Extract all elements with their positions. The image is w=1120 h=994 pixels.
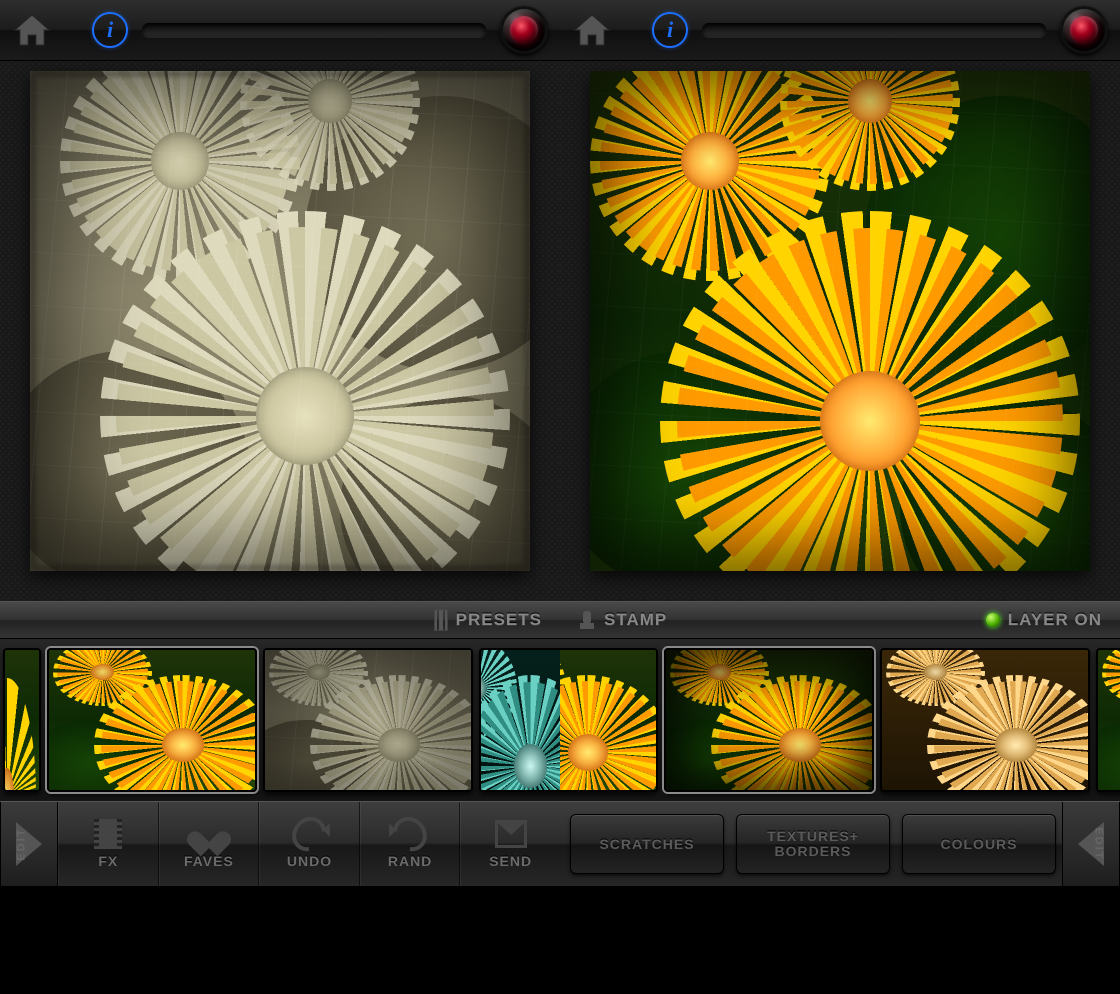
film-icon — [434, 609, 448, 631]
home-icon[interactable] — [568, 9, 616, 51]
edit-drawer-toggle[interactable]: EDIT — [0, 802, 58, 886]
home-icon[interactable] — [8, 9, 56, 51]
textures-borders-button[interactable]: TEXTURES+BORDERS — [736, 814, 890, 874]
textures-borders-label: TEXTURES+BORDERS — [767, 829, 859, 858]
edit-drawer-toggle[interactable]: EDIT — [1062, 802, 1120, 886]
main-preview[interactable] — [590, 71, 1090, 571]
top-bar: i — [0, 0, 560, 61]
send-label: SEND — [489, 853, 532, 869]
preset-thumb[interactable] — [479, 648, 560, 792]
scratches-label: SCRATCHES — [599, 837, 694, 852]
undo-button[interactable]: UNDO — [259, 802, 360, 886]
bottom-pad — [0, 886, 560, 994]
random-icon — [386, 810, 434, 858]
top-bar: i — [560, 0, 1120, 61]
preset-thumb[interactable] — [47, 648, 257, 792]
faves-label: FAVES — [184, 853, 234, 869]
bottom-pad — [560, 886, 1120, 994]
layer-on-label: LAYER ON — [1008, 610, 1102, 630]
presets-label: PRESETS — [456, 610, 542, 630]
texture-thumb[interactable] — [880, 648, 1090, 792]
capture-button[interactable] — [500, 6, 548, 54]
preview-image — [590, 71, 1090, 571]
texture-thumb[interactable] — [560, 648, 658, 792]
preset-thumbnails[interactable] — [0, 639, 560, 801]
undo-icon — [286, 810, 334, 858]
preset-thumb[interactable] — [3, 648, 41, 792]
preview-image — [30, 71, 530, 571]
main-preview[interactable] — [30, 71, 530, 571]
edit-label: EDIT — [16, 827, 28, 860]
send-button[interactable]: SEND — [460, 802, 560, 886]
effect-slider[interactable] — [142, 23, 486, 37]
led-green-icon — [986, 613, 1000, 627]
texture-thumbnails[interactable] — [560, 639, 1120, 801]
effect-slider[interactable] — [702, 23, 1046, 37]
scratches-button[interactable]: SCRATCHES — [570, 814, 724, 874]
info-icon[interactable]: i — [652, 12, 688, 48]
colours-label: COLOURS — [941, 837, 1018, 852]
bottom-toolbar: EDIT FX FAVES UNDO RAND SEND — [0, 801, 560, 886]
fx-label: FX — [98, 853, 118, 869]
rand-button[interactable]: RAND — [360, 802, 461, 886]
preview-area — [560, 61, 1120, 601]
heart-icon — [194, 821, 224, 847]
preview-area — [0, 61, 560, 601]
texture-thumb[interactable] — [1096, 648, 1120, 792]
stamp-label: STAMP — [604, 610, 667, 630]
film-icon — [95, 819, 121, 849]
info-icon[interactable]: i — [92, 12, 128, 48]
colours-button[interactable]: COLOURS — [902, 814, 1056, 874]
edit-label: EDIT — [1092, 827, 1104, 860]
undo-label: UNDO — [287, 853, 332, 869]
faves-button[interactable]: FAVES — [159, 802, 260, 886]
rand-label: RAND — [388, 853, 432, 869]
strip-label-bar: PRESETS — [0, 601, 560, 639]
strip-label-bar: STAMP LAYER ON — [560, 601, 1120, 639]
stamp-icon — [578, 611, 596, 629]
envelope-icon — [495, 820, 527, 848]
preset-thumb[interactable] — [263, 648, 473, 792]
capture-button[interactable] — [1060, 6, 1108, 54]
texture-thumb[interactable] — [664, 648, 874, 792]
fx-button[interactable]: FX — [58, 802, 159, 886]
bottom-toolbar: SCRATCHES TEXTURES+BORDERS COLOURS EDIT — [560, 801, 1120, 886]
